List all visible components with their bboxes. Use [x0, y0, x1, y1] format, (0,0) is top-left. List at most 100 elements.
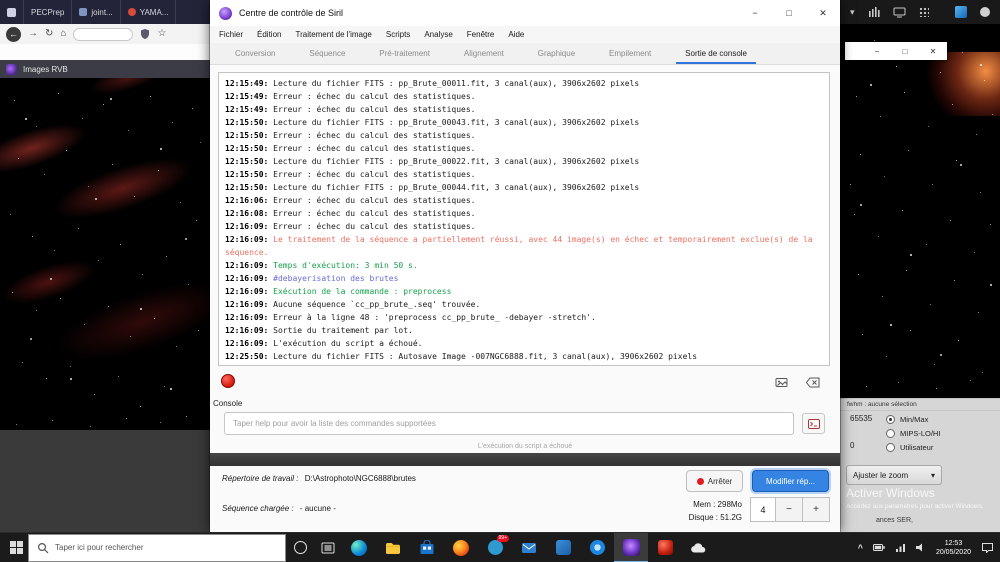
taskbar-app-firefox[interactable] [444, 533, 478, 562]
taskbar-app-siril-active[interactable] [614, 532, 648, 562]
taskbar-app-photos[interactable] [580, 533, 614, 562]
photo-thumbnail-icon[interactable] [955, 6, 967, 18]
window-segment-yama[interactable]: YAMA... [121, 0, 177, 24]
working-directory-row: Répertoire de travail : D:\Astrophoto\NG… [222, 474, 416, 483]
display-mode-option[interactable]: Min/Max [886, 412, 940, 426]
background-window-titlebar[interactable]: PECPrep joint... YAMA... [0, 0, 210, 24]
tab-sortie-de-console[interactable]: Sortie de console [676, 43, 756, 64]
console-frame-label: Console [213, 399, 243, 408]
battery-icon[interactable] [872, 543, 886, 552]
close-icon[interactable]: ✕ [806, 0, 840, 26]
change-directory-label: Modifier rép... [766, 476, 815, 486]
log-line: 12:16:06: Erreur : échec du calcul des s… [225, 196, 476, 205]
tab-s-quence[interactable]: Séquence [300, 43, 354, 64]
lo-cut-value[interactable]: 0 [850, 441, 854, 450]
spinner-value[interactable]: 4 [750, 497, 776, 522]
window-segment-pecprep[interactable]: PECPrep [24, 0, 73, 24]
stars [0, 78, 2, 80]
tray-expand-icon[interactable]: ^ [858, 543, 863, 553]
log-line: 12:15:50: Erreur : échec du calcul des s… [225, 170, 476, 179]
firefox-icon [453, 539, 469, 556]
stop-button[interactable]: Arrêter [686, 470, 743, 492]
window-segment-joint[interactable]: joint... [72, 0, 121, 24]
image-window-header[interactable]: Images RVB [0, 60, 210, 78]
bookmark-star-icon[interactable]: ☆ [157, 29, 166, 39]
log-line: 12:15:49: Erreur : échec du calcul des s… [225, 105, 476, 114]
working-directory-label: Répertoire de travail : [222, 474, 299, 483]
chevron-down-icon[interactable]: ▾ [850, 7, 855, 18]
siril-app-icon [219, 6, 232, 20]
taskbar-app-mail[interactable] [512, 533, 546, 562]
back-icon[interactable]: ← [6, 26, 21, 42]
menu-item[interactable]: Aide [501, 30, 531, 39]
image-viewer-titlebar[interactable]: − □ ✕ [845, 42, 947, 60]
console-output[interactable]: 12:15:49: Lecture du fichier FITS : pp_B… [218, 72, 830, 366]
tab-empilement[interactable]: Empilement [600, 43, 660, 64]
address-bar[interactable] [73, 27, 134, 41]
menu-item[interactable]: Fenêtre [460, 30, 502, 39]
action-center-icon[interactable] [981, 542, 994, 553]
start-button[interactable] [4, 533, 28, 562]
zoom-dropdown[interactable]: Ajuster le zoom ▾ [846, 465, 942, 485]
log-line: 12:15:50: Erreur : échec du calcul des s… [225, 131, 476, 140]
tab-alignement[interactable]: Alignement [455, 43, 513, 64]
snapshot-button[interactable] [773, 374, 790, 390]
forward-icon[interactable]: → [28, 29, 38, 39]
network-icon[interactable] [895, 543, 906, 552]
spinner-increment-button[interactable]: + [803, 497, 830, 522]
menu-item[interactable]: Fichier [212, 30, 250, 39]
siril-main-window: Centre de contrôle de Siril − □ ✕ Fichie… [209, 0, 841, 533]
taskbar-search[interactable]: Taper ici pour rechercher [28, 533, 286, 562]
taskbar-app-edge[interactable] [342, 533, 376, 562]
display-mode-option[interactable]: MIPS-LO/HI [886, 426, 940, 440]
taskbar-clock[interactable]: 12:53 20/05/2020 [936, 539, 971, 557]
clock-date: 20/05/2020 [935, 548, 971, 556]
taskbar-app-explorer[interactable] [376, 533, 410, 562]
refresh-icon[interactable]: ↻ [45, 29, 53, 39]
taskbar-app-messaging[interactable]: 99+ [478, 533, 512, 562]
menu-item[interactable]: Édition [250, 30, 288, 39]
mail-icon [522, 542, 536, 553]
radio-icon [886, 428, 895, 438]
spinner-decrement-button[interactable]: − [776, 497, 803, 522]
stop-script-button[interactable] [221, 374, 235, 388]
menu-item[interactable]: Traitement de l'image [288, 30, 378, 39]
display-icon[interactable] [893, 7, 906, 18]
close-icon[interactable]: ✕ [919, 42, 947, 60]
tab-conversion[interactable]: Conversion [226, 43, 284, 64]
maximize-icon[interactable]: □ [772, 0, 806, 26]
display-mode-option[interactable]: Utilisateur [886, 440, 940, 454]
change-directory-button[interactable]: Modifier rép... [752, 470, 829, 492]
window-segment[interactable] [0, 0, 24, 24]
menu-item[interactable]: Analyse [417, 30, 459, 39]
grid-icon[interactable] [918, 7, 929, 17]
clear-console-button[interactable] [804, 374, 821, 390]
shield-icon[interactable] [140, 28, 150, 40]
task-view-button[interactable] [314, 533, 342, 562]
taskbar-app-blue[interactable] [546, 533, 580, 562]
menu-item[interactable]: Scripts [379, 30, 417, 39]
minimize-icon[interactable]: − [738, 0, 772, 26]
tab-graphique[interactable]: Graphique [529, 43, 584, 64]
command-input[interactable] [224, 412, 794, 435]
log-line: 12:16:09: Le traitement de la séquence a… [225, 235, 818, 257]
tab-pr-traitement[interactable]: Pré-traitement [370, 43, 439, 64]
taskbar-app-store[interactable] [410, 533, 444, 562]
taskbar-app-onedrive[interactable] [682, 533, 716, 562]
speaker-icon[interactable] [915, 543, 926, 552]
red-nebula [0, 78, 210, 430]
app-icon [555, 540, 571, 555]
hi-cut-value[interactable]: 65535 [850, 414, 872, 423]
minimize-icon[interactable]: − [863, 42, 891, 60]
histogram-icon[interactable] [868, 6, 880, 18]
taskbar-app-red[interactable] [648, 533, 682, 562]
siril-titlebar[interactable]: Centre de contrôle de Siril − □ ✕ [210, 0, 840, 26]
cortana-button[interactable] [286, 533, 314, 562]
app-icon[interactable] [980, 7, 990, 17]
log-line: 12:15:50: Lecture du fichier FITS : pp_B… [225, 183, 640, 192]
window-title-label: YAMA... [139, 7, 169, 17]
log-line: 12:16:09: Exécution de la commande : pre… [225, 287, 452, 296]
command-list-button[interactable] [802, 413, 825, 434]
home-icon[interactable]: ⌂ [60, 29, 66, 39]
maximize-icon[interactable]: □ [891, 42, 919, 60]
